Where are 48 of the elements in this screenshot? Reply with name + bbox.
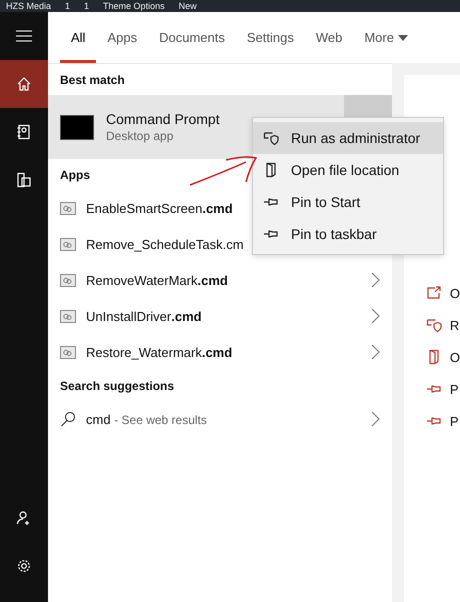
chevron-right-icon <box>370 344 380 360</box>
web-search-suggestion[interactable]: cmd - See web results <box>86 412 360 426</box>
app-result[interactable]: Restore_Watermark.cmd <box>86 344 360 360</box>
devices-icon <box>16 172 32 188</box>
admin-bar-item[interactable]: HZS Media <box>6 0 52 12</box>
chevron-right-icon <box>370 308 380 324</box>
notebook-icon <box>16 124 32 140</box>
admin-bar-item[interactable]: Theme Options <box>103 0 165 12</box>
chevron-right-icon <box>370 272 380 288</box>
tab[interactable]: More <box>353 12 419 63</box>
tab[interactable]: Documents <box>148 12 236 63</box>
menu-item[interactable]: Run as administrator <box>253 122 443 154</box>
open-window-icon <box>426 285 442 301</box>
tab[interactable]: Web <box>304 12 354 63</box>
admin-bar-item[interactable]: New <box>178 0 197 12</box>
action-label[interactable]: P <box>450 414 459 428</box>
shield-icon <box>426 317 442 333</box>
menu-icon[interactable] <box>16 30 32 42</box>
section-heading: Search suggestions <box>59 378 176 395</box>
script-file-icon <box>60 238 76 250</box>
action-label[interactable]: P <box>450 382 459 396</box>
menu-item[interactable]: Pin to Start <box>253 186 443 218</box>
add-user-icon <box>16 510 32 526</box>
script-file-icon <box>60 310 76 322</box>
home-icon <box>16 76 32 92</box>
app-result[interactable]: RemoveWaterMark.cmd <box>86 272 360 288</box>
script-file-icon <box>60 274 76 286</box>
app-result[interactable]: UnInstallDriver.cmd <box>86 308 360 324</box>
app-subtitle: Desktop app <box>106 129 174 143</box>
shield-icon <box>263 130 279 146</box>
menu-item[interactable]: Pin to taskbar <box>253 218 443 250</box>
action-label[interactable]: R <box>450 318 460 332</box>
action-label[interactable]: O <box>450 350 460 364</box>
admin-bar-item[interactable]: 1 <box>65 0 70 12</box>
chevron-right-icon <box>370 411 380 427</box>
action-label[interactable]: O <box>450 286 460 300</box>
rail-button[interactable] <box>0 60 48 108</box>
tab[interactable]: Settings <box>236 12 305 63</box>
settings-icon <box>16 558 32 574</box>
search-icon <box>60 411 76 427</box>
script-file-icon <box>60 202 76 214</box>
section-heading: Apps <box>59 167 91 184</box>
tab[interactable]: Apps <box>96 12 148 63</box>
app-title: Command Prompt <box>106 111 220 127</box>
admin-bar-item[interactable]: 1 <box>84 0 90 12</box>
section-heading: Best match <box>59 72 126 89</box>
terminal-icon <box>60 114 94 140</box>
script-file-icon <box>60 346 76 358</box>
